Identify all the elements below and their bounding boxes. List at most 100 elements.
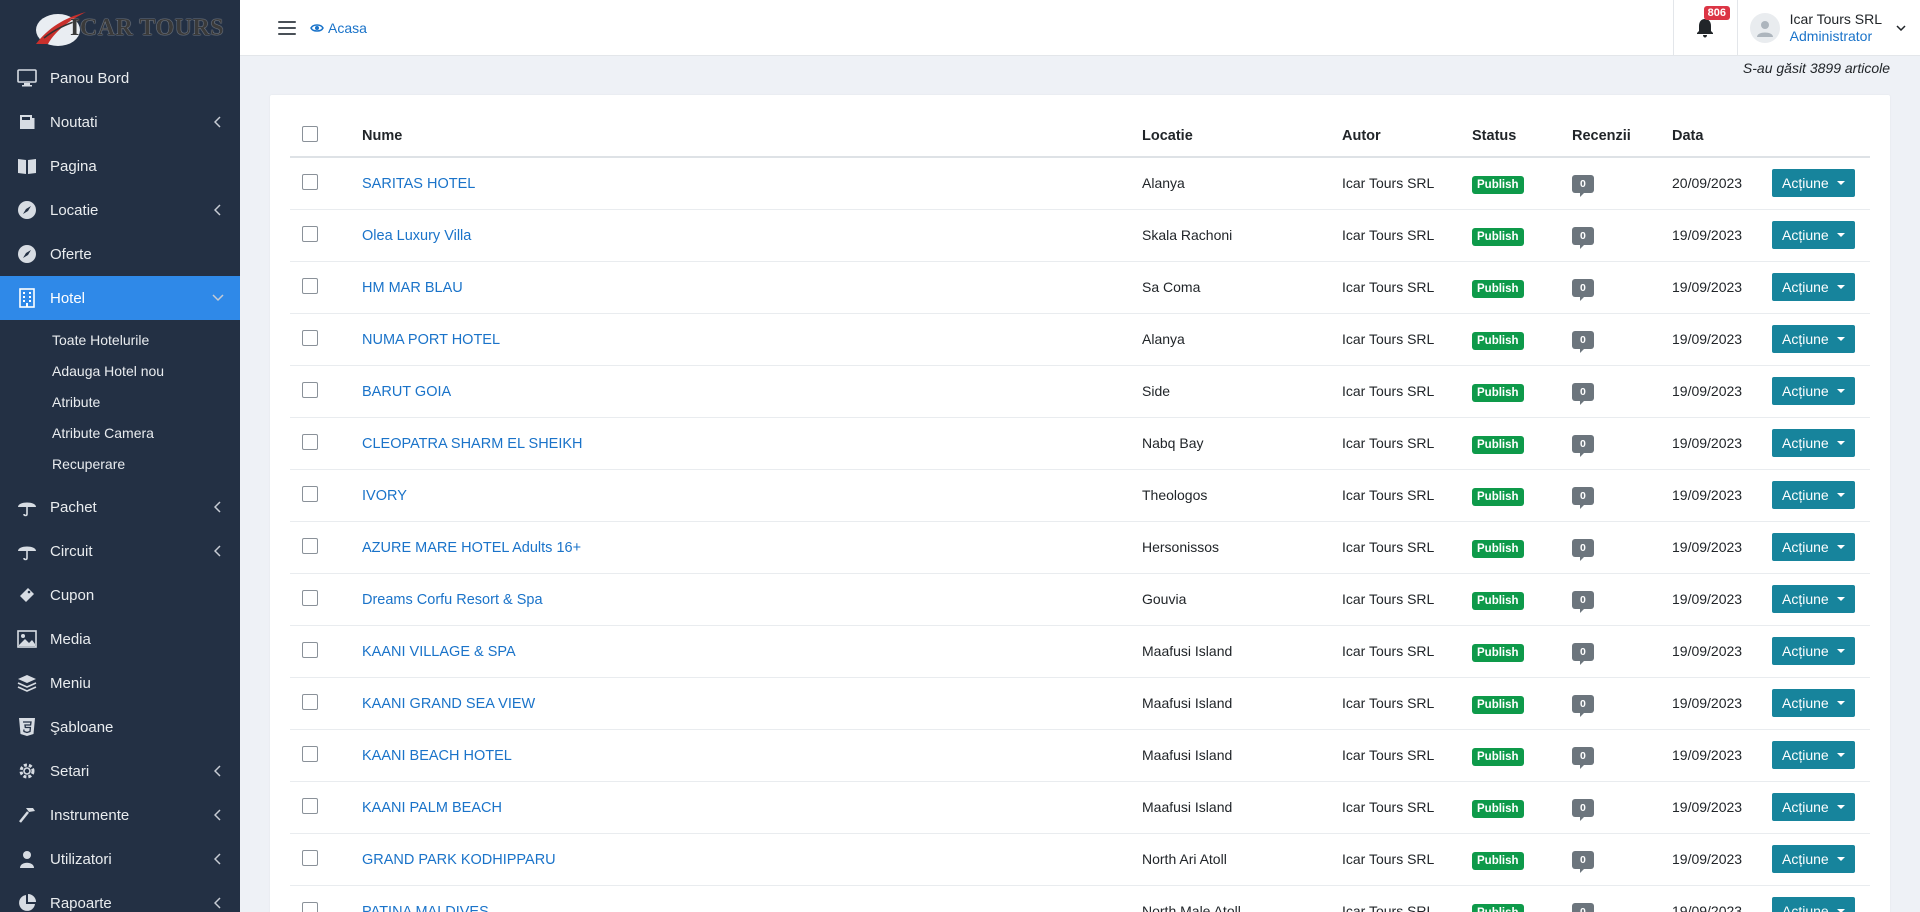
action-dropdown-button[interactable]: Acțiune [1772, 689, 1855, 717]
sidebar-item-cupon[interactable]: Cupon [0, 573, 240, 617]
reviews-cell: 0 [1572, 261, 1672, 314]
action-cell: Acțiune [1772, 521, 1870, 574]
sidebar-item-label: Circuit [50, 542, 93, 560]
chevron-down-icon [1896, 25, 1906, 31]
row-checkbox[interactable] [302, 173, 318, 190]
sidebar-item-hotel[interactable]: Hotel [0, 276, 240, 320]
sidebar-item-oferte[interactable]: Oferte [0, 232, 240, 276]
row-checkbox[interactable] [302, 225, 318, 242]
table-row: CLEOPATRA SHARM EL SHEIKH Nabq Bay Icar To… [290, 417, 1870, 470]
action-dropdown-button[interactable]: Acțiune [1772, 793, 1855, 821]
action-dropdown-button[interactable]: Acțiune [1772, 325, 1855, 353]
sidebar-item-setari[interactable]: Setari [0, 749, 240, 793]
chevron-left-icon [212, 765, 224, 777]
column-header-date[interactable]: Data [1672, 115, 1772, 158]
hotel-name-link[interactable]: NUMA PORT HOTEL [362, 332, 500, 348]
column-header-author[interactable]: Autor [1342, 115, 1472, 158]
row-checkbox[interactable] [302, 745, 318, 762]
hotel-name-link[interactable]: GRAND PARK KODHIPPARU [362, 852, 556, 868]
hotel-name-link[interactable]: SARITAS HOTEL [362, 176, 475, 192]
sidebar-item-rapoarte[interactable]: Rapoarte [0, 881, 240, 912]
column-header-location[interactable]: Locatie [1142, 115, 1342, 158]
reviews-cell: 0 [1572, 833, 1672, 886]
hotel-author: Icar Tours SRL [1342, 209, 1472, 262]
action-dropdown-button[interactable]: Acțiune [1772, 741, 1855, 769]
action-dropdown-button[interactable]: Acțiune [1772, 221, 1855, 249]
caret-down-icon [1836, 649, 1845, 653]
action-dropdown-button[interactable]: Acțiune [1772, 897, 1855, 912]
row-checkbox[interactable] [302, 693, 318, 710]
sidebar-item-pagina[interactable]: Pagina [0, 144, 240, 188]
sidebar-item-locatie[interactable]: Locatie [0, 188, 240, 232]
user-menu[interactable]: Icar Tours SRL Administrator [1736, 0, 1920, 56]
hotels-table: Nume Locatie Autor Status Recenzii Data … [290, 115, 1870, 912]
hotel-author: Icar Tours SRL [1342, 833, 1472, 886]
sidebar-item-media[interactable]: Media [0, 617, 240, 661]
menu-toggle-button[interactable] [278, 20, 296, 35]
sidebar-item-noutati[interactable]: Noutati [0, 100, 240, 144]
submenu-item-atribute-camera[interactable]: Atribute Camera [0, 417, 240, 448]
hotel-location: Gouvia [1142, 573, 1342, 626]
hotel-name-link[interactable]: BARUT GOIA [362, 384, 451, 400]
row-checkbox[interactable] [302, 797, 318, 814]
column-header-status[interactable]: Status [1472, 115, 1572, 158]
topbar: Acasa 806 Icar Tours SRL Administrator [240, 0, 1920, 56]
sidebar-item-pachet[interactable]: Pachet [0, 485, 240, 529]
sidebar-item-circuit[interactable]: Circuit [0, 529, 240, 573]
action-label: Acțiune [1782, 747, 1829, 763]
row-checkbox[interactable] [302, 433, 318, 450]
sidebar-item-utilizatori[interactable]: Utilizatori [0, 837, 240, 881]
submenu-item-atribute[interactable]: Atribute [0, 386, 240, 417]
status-badge: Publish [1472, 748, 1524, 766]
table-body: SARITAS HOTEL Alanya Icar Tours SRL Publish… [290, 157, 1870, 912]
hotel-name-link[interactable]: AZURE MARE HOTEL Adults 16+ [362, 540, 581, 556]
sidebar-item-meniu[interactable]: Meniu [0, 661, 240, 705]
home-link[interactable]: Acasa [310, 20, 367, 36]
row-checkbox[interactable] [302, 589, 318, 606]
action-dropdown-button[interactable]: Acțiune [1772, 637, 1855, 665]
action-dropdown-button[interactable]: Acțiune [1772, 169, 1855, 198]
action-dropdown-button[interactable]: Acțiune [1772, 377, 1855, 405]
select-all-checkbox[interactable] [302, 125, 318, 142]
hotel-name-link[interactable]: Olea Luxury Villa [362, 228, 471, 244]
hotel-date: 19/09/2023 [1672, 677, 1772, 730]
sidebar-item-panou-bord[interactable]: Panou Bord [0, 56, 240, 100]
submenu-item-toate-hotelurile[interactable]: Toate Hotelurile [0, 324, 240, 355]
row-checkbox[interactable] [302, 849, 318, 866]
submenu-item-recuperare[interactable]: Recuperare [0, 448, 240, 479]
action-dropdown-button[interactable]: Acțiune [1772, 429, 1855, 457]
hotel-name-link[interactable]: PATINA MALDIVES [362, 904, 489, 912]
hotel-name-link[interactable]: HM MAR BLAU [362, 280, 463, 296]
submenu-item-adauga-hotel-nou[interactable]: Adauga Hotel nou [0, 355, 240, 386]
hotel-name-link[interactable]: KAANI GRAND SEA VIEW [362, 696, 535, 712]
row-checkbox[interactable] [302, 641, 318, 658]
row-checkbox[interactable] [302, 901, 318, 912]
row-checkbox-cell [290, 313, 362, 366]
action-dropdown-button[interactable]: Acțiune [1772, 481, 1855, 509]
sidebar-item-instrumente[interactable]: Instrumente [0, 793, 240, 837]
column-header-name[interactable]: Nume [362, 115, 1142, 158]
row-checkbox-cell [290, 157, 362, 210]
sidebar-item-şabloane[interactable]: Şabloane [0, 705, 240, 749]
eye-icon [310, 23, 324, 32]
hotel-author: Icar Tours SRL [1342, 573, 1472, 626]
brand-logo[interactable]: ICAR TOURS [0, 0, 240, 56]
row-checkbox[interactable] [302, 277, 318, 294]
row-checkbox[interactable] [302, 381, 318, 398]
action-dropdown-button[interactable]: Acțiune [1772, 273, 1855, 301]
row-checkbox[interactable] [302, 537, 318, 554]
hotel-name-link[interactable]: Dreams Corfu Resort & Spa [362, 592, 543, 608]
hotel-name-link[interactable]: CLEOPATRA SHARM EL SHEIKH [362, 436, 583, 452]
action-dropdown-button[interactable]: Acțiune [1772, 585, 1855, 613]
column-header-reviews[interactable]: Recenzii [1572, 115, 1672, 158]
hotel-name-link[interactable]: KAANI PALM BEACH [362, 800, 502, 816]
hotel-name-link[interactable]: KAANI VILLAGE & SPA [362, 644, 516, 660]
row-checkbox[interactable] [302, 329, 318, 346]
topbar-right: 806 Icar Tours SRL Administrator [1672, 0, 1920, 56]
action-dropdown-button[interactable]: Acțiune [1772, 533, 1855, 561]
action-dropdown-button[interactable]: Acțiune [1772, 845, 1855, 873]
hotel-name-link[interactable]: IVORY [362, 488, 407, 504]
hotel-name-link[interactable]: KAANI BEACH HOTEL [362, 748, 512, 764]
notifications-button[interactable]: 806 [1672, 0, 1737, 56]
row-checkbox[interactable] [302, 485, 318, 502]
